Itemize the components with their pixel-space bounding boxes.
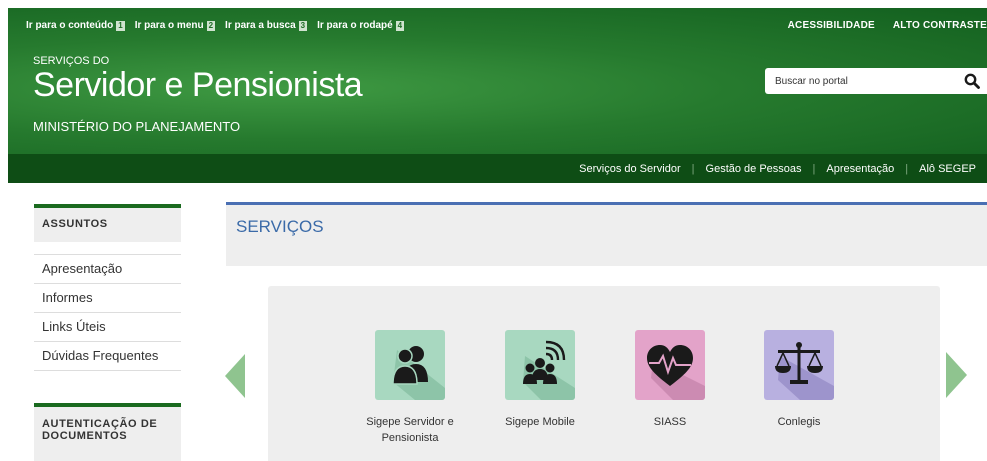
- skip-to-search-link[interactable]: Ir para a busca 3: [225, 20, 308, 31]
- service-tile-conlegis[interactable]: Conlegis: [744, 330, 854, 430]
- skip-to-footer-link[interactable]: Ir para o rodapé 4: [317, 20, 405, 31]
- main-nav-links: Serviços do Servidor | Gestão de Pessoas |…: [568, 154, 987, 183]
- nav-gestao-de-pessoas[interactable]: Gestão de Pessoas: [695, 163, 813, 175]
- service-tile-sigepe-mobile[interactable]: Sigepe Mobile: [485, 330, 595, 430]
- nav-servicos-do-servidor[interactable]: Serviços do Servidor: [568, 163, 692, 175]
- tile-icon-box: [505, 330, 575, 400]
- brand-title[interactable]: Servidor e Pensionista: [33, 66, 363, 105]
- tile-icon-box: [764, 330, 834, 400]
- skip-to-content-link[interactable]: Ir para o conteúdo 1: [26, 20, 125, 31]
- top-utility-links: ACESSIBILIDADE ALTO CONTRASTE: [788, 20, 987, 31]
- sidebar-heading-assuntos: ASSUNTOS: [34, 204, 181, 242]
- brand-ministry: MINISTÉRIO DO PLANEJAMENTO: [33, 119, 241, 134]
- sidebar-item-links-uteis[interactable]: Links Úteis: [34, 313, 181, 342]
- tile-icon-box: [635, 330, 705, 400]
- skip-to-menu-link[interactable]: Ir para o menu 2: [135, 20, 216, 31]
- main-nav-bar: Serviços do Servidor | Gestão de Pessoas |…: [8, 154, 987, 183]
- mobile-users-icon: [523, 340, 575, 400]
- skip-links: Ir para o conteúdo 1 Ir para o menu 2 Ir p…: [26, 20, 405, 31]
- nav-alo-segep[interactable]: Alô SEGEP: [908, 163, 987, 175]
- carousel-next-arrow-icon[interactable]: [946, 352, 967, 398]
- search-box: [765, 68, 987, 94]
- accessibility-link[interactable]: ACESSIBILIDADE: [788, 20, 875, 31]
- tile-icon-box: [375, 330, 445, 400]
- service-tile-sigepe-servidor[interactable]: Sigepe Servidor e Pensionista: [355, 330, 465, 446]
- services-title-bar: SERVIÇOS: [226, 202, 987, 266]
- sidebar-item-duvidas-frequentes[interactable]: Dúvidas Frequentes: [34, 342, 181, 371]
- tile-label: Sigepe Mobile: [505, 416, 575, 428]
- page-title: SERVIÇOS: [236, 217, 324, 236]
- carousel-prev-arrow-icon[interactable]: [225, 354, 245, 398]
- search-input[interactable]: [765, 68, 955, 94]
- heart-pulse-icon: [647, 345, 705, 400]
- sidebar: ASSUNTOS Apresentação Informes Links Úte…: [34, 204, 181, 371]
- sidebar-heading-autenticacao: AUTENTICAÇÃO DE DOCUMENTOS: [34, 403, 181, 461]
- scales-icon: [775, 342, 834, 400]
- sidebar-item-apresentacao[interactable]: Apresentação: [34, 254, 181, 284]
- service-tile-siass[interactable]: SIASS: [615, 330, 725, 430]
- sidebar-list: Apresentação Informes Links Úteis Dúvida…: [34, 254, 181, 371]
- users-icon: [392, 346, 445, 400]
- tile-label: SIASS: [653, 416, 687, 428]
- sidebar-item-informes[interactable]: Informes: [34, 284, 181, 313]
- tile-label: Conlegis: [777, 416, 821, 428]
- high-contrast-link[interactable]: ALTO CONTRASTE: [893, 20, 987, 31]
- nav-apresentacao[interactable]: Apresentação: [815, 163, 905, 175]
- tile-label: Sigepe Servidor e Pensionista: [366, 416, 454, 444]
- search-icon[interactable]: [957, 68, 987, 94]
